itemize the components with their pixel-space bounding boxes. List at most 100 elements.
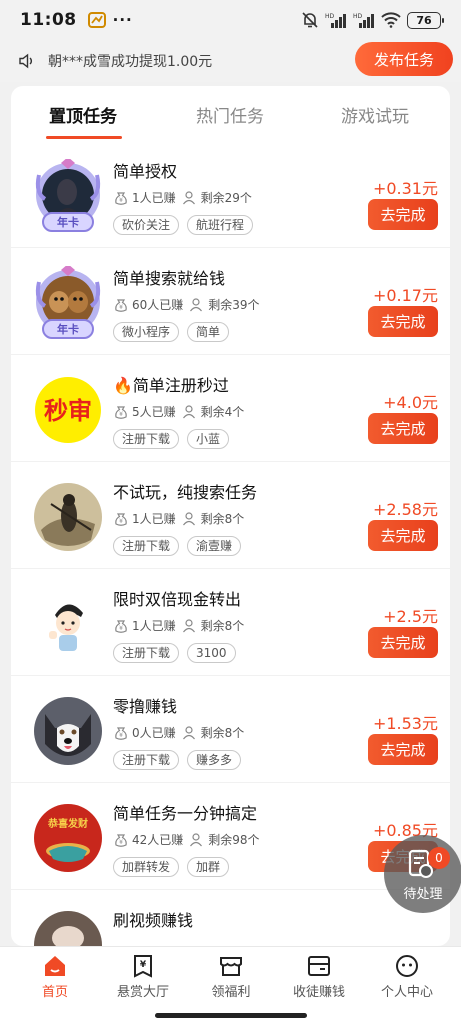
task-item[interactable]: 年卡 简单授权 ¥ 1人已赚 剩余29个 砍价关注 航班行程 +0.31元 去完…	[11, 141, 450, 248]
task-item[interactable]: 秒审 🔥简单注册秒过 ¥ 5人已赚 剩余4个 注册下载 小蓝 +4.0元 去完成	[11, 355, 450, 462]
task-meta: ¥ 60人已赚 剩余39个	[113, 296, 260, 313]
task-tags: 砍价关注 航班行程	[113, 215, 254, 235]
complete-task-button[interactable]: 去完成	[368, 306, 438, 337]
task-title: 🔥简单注册秒过	[113, 376, 229, 395]
more-notifications-icon: ···	[112, 11, 133, 29]
task-remaining-count: 剩余8个	[200, 512, 245, 526]
gongxi-facai-text: 恭喜发财	[47, 817, 88, 830]
task-tags: 注册下载 小蓝	[113, 429, 230, 449]
task-tabs: 置顶任务 热门任务 游戏试玩	[11, 86, 450, 141]
active-tab-indicator	[46, 136, 122, 139]
coin-bag-icon: ¥	[113, 832, 129, 848]
nav-home[interactable]: 首页	[9, 947, 101, 1007]
task-item[interactable]: 年卡 简单搜索就给钱 ¥ 60人已赚 剩余39个 微小程序 简单 +0.17元 …	[11, 248, 450, 355]
svg-text:HD: HD	[325, 13, 335, 20]
task-tag: 加群转发	[113, 857, 180, 877]
home-indicator[interactable]	[155, 1013, 307, 1018]
tab-game-trial[interactable]: 游戏试玩	[341, 102, 409, 127]
task-tag: 赚多多	[187, 750, 242, 770]
pending-label: 待处理	[403, 887, 443, 902]
task-earned-count: 5人已赚	[132, 405, 176, 419]
battery-icon: 76	[407, 11, 444, 29]
person-icon	[189, 297, 205, 313]
task-remaining-count: 剩余4个	[200, 405, 245, 419]
coin-bag-icon: ¥	[113, 404, 129, 420]
nav-profile[interactable]: 个人中心	[361, 947, 453, 1007]
task-reward: +2.5元	[383, 607, 438, 626]
tab-pinned-tasks[interactable]: 置顶任务	[49, 102, 117, 127]
status-time: 11:08	[20, 10, 77, 30]
svg-text:¥: ¥	[119, 732, 123, 739]
task-title: 限时双倍现金转出	[113, 590, 242, 609]
svg-text:¥: ¥	[119, 839, 123, 846]
task-avatar: 年卡	[31, 157, 105, 233]
task-reward: +0.31元	[372, 179, 438, 198]
svg-text:¥: ¥	[119, 625, 123, 632]
nav-recruit[interactable]: 收徒赚钱	[273, 947, 365, 1007]
nav-reward-hall[interactable]: ¥ 悬赏大厅	[97, 947, 189, 1007]
signal-icon-2: HD	[353, 13, 374, 28]
task-tag: 渝壹赚	[187, 536, 242, 556]
pending-tasks-button[interactable]: 0 待处理	[384, 835, 461, 913]
task-item[interactable]: 不试玩，纯搜索任务 ¥ 1人已赚 剩余8个 注册下载 渝壹赚 +2.58元 去完…	[11, 462, 450, 569]
task-meta: ¥ 1人已赚 剩余29个	[113, 189, 252, 206]
complete-task-button[interactable]: 去完成	[368, 627, 438, 658]
svg-text:¥: ¥	[119, 304, 123, 311]
task-tag: 注册下载	[113, 750, 180, 770]
signal-icon: HD	[325, 13, 346, 28]
tab-hot-tasks[interactable]: 热门任务	[196, 102, 264, 127]
status-bar: 11:08 ··· HD HD 76	[0, 0, 461, 40]
task-meta: ¥ 5人已赚 剩余4个	[113, 403, 244, 420]
task-title: 简单授权	[113, 162, 178, 181]
task-tag: 航班行程	[187, 215, 254, 235]
svg-text:¥: ¥	[119, 411, 123, 418]
task-tag: 砍价关注	[113, 215, 180, 235]
person-icon	[182, 725, 198, 741]
task-title: 零撸赚钱	[113, 697, 178, 716]
task-avatar	[31, 587, 105, 661]
home-icon	[45, 956, 65, 976]
task-remaining-count: 剩余98个	[208, 833, 260, 847]
publish-task-button[interactable]: 发布任务	[355, 42, 453, 76]
task-remaining-count: 剩余29个	[200, 191, 252, 205]
task-remaining-count: 剩余8个	[200, 726, 245, 740]
task-title: 刷视频赚钱	[113, 911, 194, 930]
person-icon	[182, 404, 198, 420]
profile-icon	[396, 955, 418, 977]
person-icon	[182, 618, 198, 634]
nav-benefits[interactable]: 领福利	[185, 947, 277, 1007]
mute-bell-icon	[302, 12, 318, 28]
wallet-icon	[308, 956, 330, 976]
speaker-icon	[19, 53, 32, 69]
task-earned-count: 42人已赚	[132, 833, 184, 847]
task-tags: 注册下载 3100	[113, 643, 236, 663]
nav-label: 首页	[41, 985, 68, 1000]
complete-task-button[interactable]: 去完成	[368, 199, 438, 230]
task-earned-count: 60人已赚	[132, 298, 184, 312]
task-avatar	[31, 694, 105, 768]
task-avatar	[31, 480, 105, 554]
task-tag: 加群	[187, 857, 230, 877]
complete-task-button[interactable]: 去完成	[368, 520, 438, 551]
nav-label: 个人中心	[380, 985, 433, 1000]
pending-count-badge: 0	[428, 847, 450, 869]
svg-text:HD: HD	[353, 13, 363, 20]
gift-store-icon	[220, 957, 242, 976]
task-remaining-count: 剩余8个	[200, 619, 245, 633]
person-icon	[189, 832, 205, 848]
coin-bag-icon: ¥	[113, 297, 129, 313]
wifi-icon	[381, 12, 401, 28]
coin-bag-icon: ¥	[113, 725, 129, 741]
task-item[interactable]: 限时双倍现金转出 ¥ 1人已赚 剩余8个 注册下载 3100 +2.5元 去完成	[11, 569, 450, 676]
complete-task-button[interactable]: 去完成	[368, 413, 438, 444]
task-item[interactable]: 零撸赚钱 ¥ 0人已赚 剩余8个 注册下载 赚多多 +1.53元 去完成	[11, 676, 450, 783]
task-tags: 注册下载 赚多多	[113, 750, 242, 770]
task-list-card: 置顶任务 热门任务 游戏试玩 年卡 简单授权 ¥ 1人已赚 剩余29个 砍价关注…	[11, 86, 450, 946]
task-meta: ¥ 1人已赚 剩余8个	[113, 617, 244, 634]
task-tag: 微小程序	[113, 322, 180, 342]
task-tag: 注册下载	[113, 536, 180, 556]
nav-label: 悬赏大厅	[116, 985, 169, 1000]
complete-task-button[interactable]: 去完成	[368, 734, 438, 765]
task-tags: 微小程序 简单	[113, 322, 230, 342]
task-reward: +0.17元	[372, 286, 438, 305]
